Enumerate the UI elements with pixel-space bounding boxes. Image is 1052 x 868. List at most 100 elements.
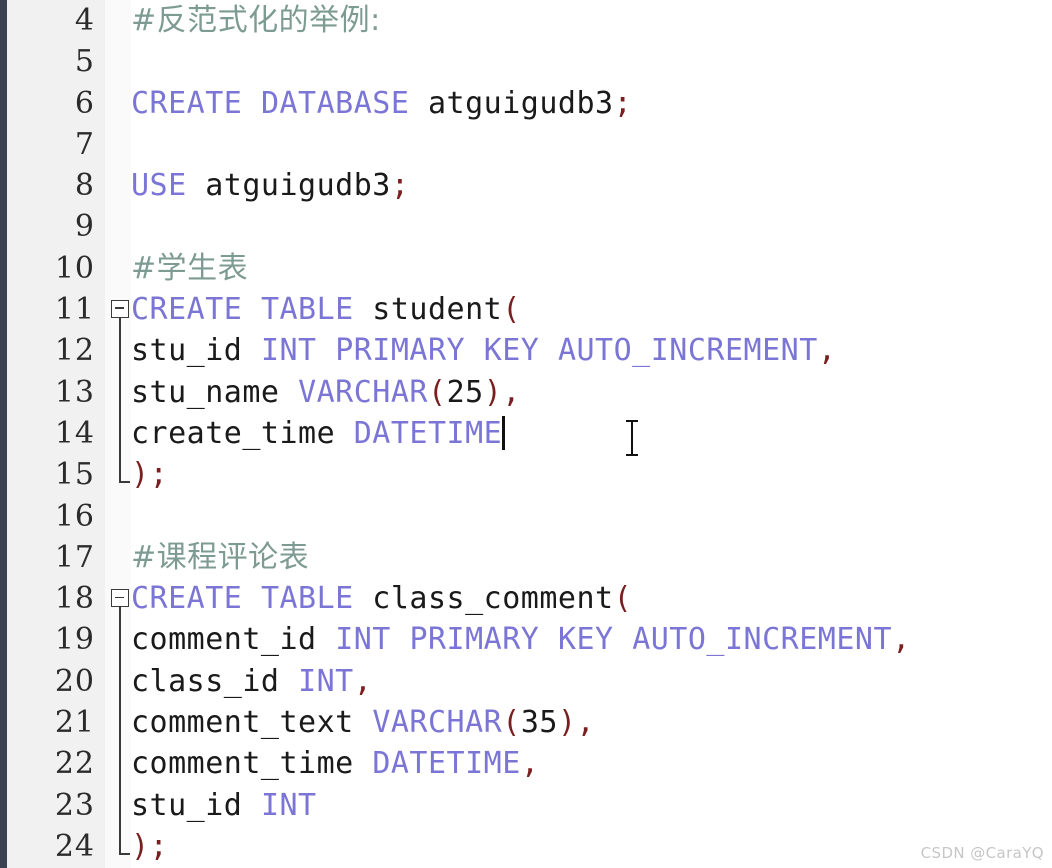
token-id: [391, 622, 410, 657]
code-text[interactable]: stu_id INT: [131, 785, 317, 826]
code-line[interactable]: 10 #学生表: [0, 248, 1052, 289]
code-line[interactable]: 4 #反范式化的举例:: [0, 0, 1052, 41]
code-text[interactable]: CREATE TABLE class_comment(: [131, 578, 632, 619]
code-text[interactable]: );: [131, 826, 168, 867]
code-line[interactable]: 12 stu_id INT PRIMARY KEY AUTO_INCREMENT,: [0, 330, 1052, 371]
token-id: [465, 333, 484, 368]
line-number: 22: [54, 746, 95, 782]
code-line[interactable]: 9: [0, 206, 1052, 247]
token-id: [242, 292, 261, 327]
token-kw: INT: [335, 622, 391, 658]
token-kw: KEY: [483, 333, 540, 369]
code-line[interactable]: 7: [0, 124, 1052, 165]
token-cmt: #课程评论表: [131, 539, 310, 575]
code-line[interactable]: 16: [0, 496, 1052, 537]
code-line[interactable]: 5: [0, 41, 1052, 82]
text-caret: [502, 415, 505, 450]
token-punc: ): [131, 828, 150, 864]
code-text[interactable]: #课程评论表: [131, 537, 309, 578]
token-id: atguigudb3: [409, 85, 614, 121]
token-punc: ;: [613, 85, 633, 121]
line-number: 24: [54, 828, 95, 864]
line-number: 14: [54, 415, 95, 451]
code-text[interactable]: stu_id INT PRIMARY KEY AUTO_INCREMENT,: [131, 330, 836, 371]
fold-collapse-icon[interactable]: [111, 589, 129, 608]
token-id: [614, 622, 633, 657]
code-text[interactable]: comment_id INT PRIMARY KEY AUTO_INCREMEN…: [131, 619, 911, 660]
token-id: stu_id: [131, 333, 261, 369]
line-number: 11: [54, 292, 95, 328]
code-line[interactable]: 23 stu_id INT: [0, 785, 1052, 826]
token-punc: (: [613, 581, 633, 617]
token-punc: ): [557, 705, 577, 741]
token-kw: VARCHAR: [372, 705, 503, 741]
code-text[interactable]: #反范式化的举例:: [131, 0, 381, 41]
token-punc: ,: [892, 622, 911, 658]
token-id: comment_id: [131, 622, 336, 658]
token-kw: AUTO_INCREMENT: [632, 622, 893, 658]
code-line[interactable]: 20 class_id INT,: [0, 661, 1052, 702]
token-punc: ,: [817, 333, 837, 369]
code-text[interactable]: create_time DATETIME: [131, 413, 505, 454]
code-text[interactable]: #学生表: [131, 248, 248, 289]
code-text[interactable]: );: [131, 454, 168, 495]
code-text[interactable]: USE atguigudb3;: [131, 165, 409, 206]
code-line[interactable]: 15);: [0, 454, 1052, 495]
line-number: 12: [54, 333, 95, 369]
line-number: 20: [54, 663, 95, 699]
line-number: 4: [74, 3, 95, 38]
line-number: 15: [54, 457, 95, 493]
line-number: 17: [54, 539, 95, 575]
token-cmt: #反范式化的举例:: [131, 3, 381, 38]
token-kw: CREATE: [131, 292, 243, 328]
token-punc: ): [483, 374, 503, 410]
line-number: 9: [74, 209, 95, 245]
code-line[interactable]: 6 CREATE DATABASE atguigudb3;: [0, 83, 1052, 124]
token-id: class_id: [131, 663, 299, 699]
code-line[interactable]: 19 comment_id INT PRIMARY KEY AUTO_INCREM…: [0, 619, 1052, 660]
code-line[interactable]: 17 #课程评论表: [0, 537, 1052, 578]
token-kw: CREATE: [131, 581, 243, 617]
line-number: 23: [54, 787, 95, 823]
token-id: create_time: [131, 415, 354, 451]
token-punc: ,: [502, 374, 521, 410]
code-text[interactable]: class_id INT,: [131, 661, 372, 702]
code-line[interactable]: 13 stu_name VARCHAR(25),: [0, 372, 1052, 413]
code-text[interactable]: CREATE TABLE student(: [131, 289, 521, 330]
token-kw: PRIMARY: [409, 622, 540, 658]
code-line[interactable]: 14 create_time DATETIME: [0, 413, 1052, 454]
code-editor[interactable]: 4 #反范式化的举例: 5 6 CREATE DATABASE atguigudb3; 7…: [0, 0, 1052, 868]
code-text[interactable]: comment_time DATETIME,: [131, 743, 539, 784]
token-kw: DATABASE: [260, 85, 410, 121]
token-punc: ,: [520, 746, 540, 782]
code-text[interactable]: CREATE DATABASE atguigudb3;: [131, 83, 632, 124]
fold-collapse-icon[interactable]: [111, 300, 129, 319]
code-line[interactable]: 18 CREATE TABLE class_comment(: [0, 578, 1052, 619]
code-line[interactable]: 22 comment_time DATETIME,: [0, 743, 1052, 784]
token-id: [317, 333, 336, 368]
token-num: 35: [520, 705, 558, 741]
token-punc: (: [502, 705, 521, 741]
line-number: 6: [74, 85, 95, 121]
code-line[interactable]: 21 comment_text VARCHAR(35),: [0, 702, 1052, 743]
line-number: 16: [54, 498, 95, 534]
token-id: comment_time: [131, 746, 373, 782]
code-lines[interactable]: 4 #反范式化的举例: 5 6 CREATE DATABASE atguigudb3; 7…: [0, 0, 1052, 868]
token-id: stu_name: [131, 374, 299, 410]
line-number: 18: [54, 581, 95, 617]
token-id: [242, 581, 261, 616]
token-kw: INT: [298, 663, 354, 699]
token-punc: ,: [353, 663, 373, 699]
code-line[interactable]: 24);: [0, 826, 1052, 867]
code-line[interactable]: 8 USE atguigudb3;: [0, 165, 1052, 206]
token-kw: DATETIME: [372, 746, 521, 782]
line-number: 7: [74, 126, 95, 162]
code-line[interactable]: 11 CREATE TABLE student(: [0, 289, 1052, 330]
token-num: 25: [446, 374, 484, 410]
code-text[interactable]: comment_text VARCHAR(35),: [131, 702, 595, 743]
fold-region-end-marker: [119, 853, 130, 855]
token-id: atguigudb3: [186, 168, 391, 204]
watermark: CSDN @CaraYQ: [920, 844, 1044, 862]
token-id: stu_id: [131, 787, 261, 823]
code-text[interactable]: stu_name VARCHAR(25),: [131, 372, 521, 413]
